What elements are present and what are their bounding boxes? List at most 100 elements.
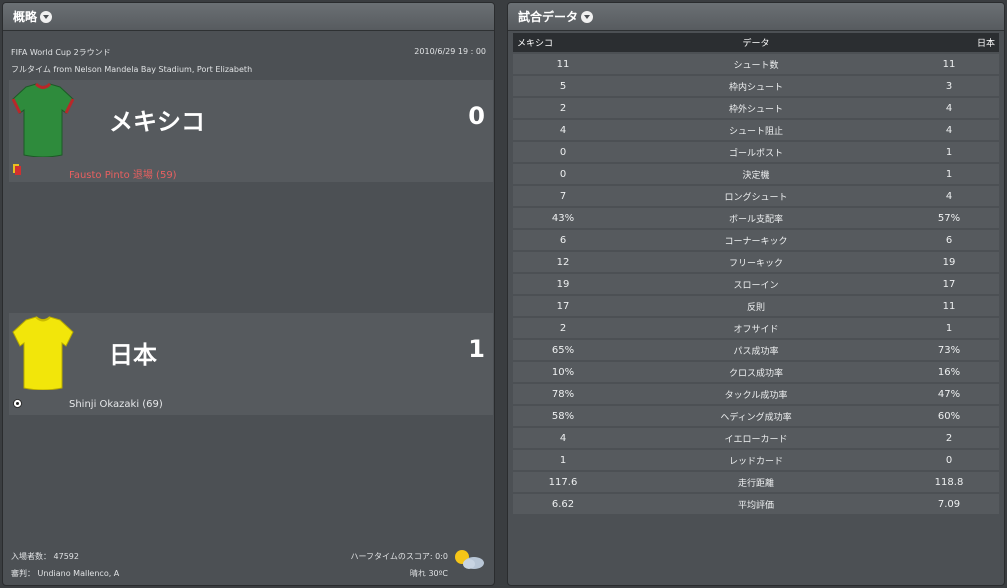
- table-row[interactable]: 12 フリーキック 19: [513, 252, 999, 272]
- stat-label: 走行距離: [737, 478, 774, 489]
- stat-home-value: 12: [556, 256, 570, 268]
- table-row[interactable]: 2 枠外シュート 4: [513, 98, 999, 118]
- stat-label: レッドカード: [728, 456, 783, 467]
- stat-away-value: 11: [942, 300, 956, 312]
- stat-home-value: 1: [559, 454, 567, 466]
- table-row[interactable]: 65% パス成功率 73%: [513, 340, 999, 360]
- stat-away-value: 4: [945, 190, 953, 202]
- home-team-score: 0: [468, 102, 485, 130]
- table-row[interactable]: 2 オフサイド 1: [513, 318, 999, 338]
- stat-label: ゴールポスト: [728, 148, 783, 159]
- header-data: データ: [742, 39, 770, 49]
- chevron-down-icon[interactable]: [581, 10, 594, 23]
- card-icon: [13, 164, 21, 175]
- stat-home-value: 0: [559, 146, 567, 158]
- table-row[interactable]: 11 シュート数 11: [513, 54, 999, 74]
- table-row[interactable]: 6.62 平均評価 7.09: [513, 494, 999, 514]
- stat-label: フリーキック: [728, 258, 783, 269]
- table-row[interactable]: 78% タックル成功率 47%: [513, 384, 999, 404]
- stat-home-value: 10%: [551, 366, 575, 378]
- stat-home-value: 4: [559, 124, 567, 136]
- attendance-text: 入場者数： 47592: [11, 552, 79, 561]
- away-team-score: 1: [468, 335, 485, 363]
- stat-away-value: 2: [945, 432, 953, 444]
- sun-cloud-icon: [455, 550, 484, 569]
- referee-text: 審判： Undiano Mallenco, A: [11, 569, 120, 578]
- chevron-down-icon[interactable]: [40, 10, 53, 23]
- stat-away-value: 73%: [937, 344, 961, 356]
- stat-home-value: 17: [556, 300, 570, 312]
- stat-label: 反則: [746, 302, 765, 313]
- table-row[interactable]: 4 イエローカード 2: [513, 428, 999, 448]
- match-datetime: 2010/6/29 19 : 00: [414, 47, 486, 56]
- table-row[interactable]: 117.6 走行距離 118.8: [513, 472, 999, 492]
- stat-home-value: 0: [559, 168, 567, 180]
- stat-label: ボール支配率: [728, 214, 783, 225]
- overview-panel: 概略 FIFA World Cup 2ラウンド 2010/6/29 19 : 0…: [2, 2, 495, 586]
- stats-table: メキシコ データ 日本 11 シュート数 11 5 枠内シュート 3 2 枠外シュート 4 4 シュ…: [513, 33, 999, 514]
- stat-away-value: 17: [942, 278, 956, 290]
- away-shirt-icon: [12, 316, 74, 390]
- stat-label: シュート阻止: [728, 126, 783, 137]
- venue-label: フルタイム from Nelson Mandela Bay Stadium, P…: [11, 65, 253, 74]
- competition-label: FIFA World Cup 2ラウンド: [11, 48, 111, 57]
- table-row[interactable]: 10% クロス成功率 16%: [513, 362, 999, 382]
- stat-label: オフサイド: [733, 324, 779, 335]
- stat-label: イエローカード: [724, 434, 788, 445]
- table-row[interactable]: 0 決定機 1: [513, 164, 999, 184]
- stat-away-value: 118.8: [934, 476, 964, 488]
- table-row[interactable]: 4 シュート阻止 4: [513, 120, 999, 140]
- stat-label: ヘディング成功率: [720, 412, 792, 423]
- stat-away-value: 60%: [937, 410, 961, 422]
- stat-label: スローイン: [733, 280, 779, 291]
- stat-label: 枠外シュート: [728, 104, 783, 115]
- table-row[interactable]: 0 ゴールポスト 1: [513, 142, 999, 162]
- stat-label: 平均評価: [737, 500, 774, 511]
- stat-away-value: 1: [945, 146, 953, 158]
- stat-home-value: 65%: [551, 344, 575, 356]
- match-stats-panel: 試合データ メキシコ データ 日本 11 シュート数 11 5 枠内シュート 3 2 枠外シュ…: [507, 2, 1005, 586]
- stat-away-value: 47%: [937, 388, 961, 400]
- stat-label: 枠内シュート: [728, 82, 783, 93]
- table-row[interactable]: 58% ヘディング成功率 60%: [513, 406, 999, 426]
- stat-home-value: 2: [559, 102, 567, 114]
- stat-away-value: 19: [942, 256, 956, 268]
- stat-home-value: 11: [556, 58, 570, 70]
- table-row[interactable]: 5 枠内シュート 3: [513, 76, 999, 96]
- table-row[interactable]: 7 ロングシュート 4: [513, 186, 999, 206]
- stat-label: 決定機: [742, 170, 770, 181]
- stat-away-value: 16%: [937, 366, 961, 378]
- table-row[interactable]: 1 レッドカード 0: [513, 450, 999, 470]
- stats-rows: 11 シュート数 11 5 枠内シュート 3 2 枠外シュート 4 4 シュート阻止 4 0 ゴールポスト…: [513, 54, 999, 514]
- stat-away-value: 57%: [937, 212, 961, 224]
- away-team-row[interactable]: 日本 1 Shinji Okazaki (69): [9, 313, 493, 415]
- away-event-text[interactable]: Shinji Okazaki (69): [69, 399, 163, 410]
- stat-away-value: 6: [945, 234, 953, 246]
- stat-home-value: 5: [559, 80, 567, 92]
- stat-home-value: 6.62: [551, 498, 575, 510]
- overview-header[interactable]: 概略: [3, 3, 494, 31]
- stats-header[interactable]: 試合データ: [508, 3, 1004, 31]
- home-team-row[interactable]: メキシコ 0 Fausto Pinto 退場 (59): [9, 80, 493, 182]
- away-team-name[interactable]: 日本: [109, 335, 157, 370]
- stat-away-value: 1: [945, 168, 953, 180]
- stat-label: タックル成功率: [724, 390, 788, 401]
- header-home-team: メキシコ: [517, 39, 554, 49]
- table-row[interactable]: 6 コーナーキック 6: [513, 230, 999, 250]
- stat-away-value: 1: [945, 322, 953, 334]
- weather-text: 晴れ 30ºC: [409, 569, 448, 578]
- ball-icon: [13, 399, 22, 408]
- home-team-name[interactable]: メキシコ: [109, 102, 205, 137]
- stat-away-value: 11: [942, 58, 956, 70]
- home-event-text[interactable]: Fausto Pinto 退場 (59): [69, 166, 177, 181]
- table-row[interactable]: 19 スローイン 17: [513, 274, 999, 294]
- stats-title: 試合データ: [518, 10, 579, 24]
- stat-away-value: 3: [945, 80, 953, 92]
- stat-away-value: 4: [945, 102, 953, 114]
- stat-home-value: 78%: [551, 388, 575, 400]
- stat-home-value: 4: [559, 432, 567, 444]
- table-row[interactable]: 17 反則 11: [513, 296, 999, 316]
- table-row[interactable]: 43% ボール支配率 57%: [513, 208, 999, 228]
- stat-home-value: 2: [559, 322, 567, 334]
- stat-label: シュート数: [733, 60, 779, 71]
